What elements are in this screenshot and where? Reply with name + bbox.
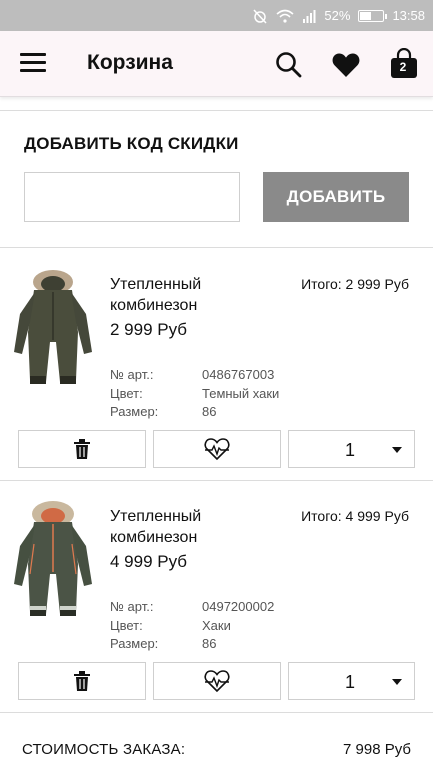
- color-value: Хаки: [202, 617, 231, 633]
- order-total-value: 7 998 Руб: [343, 741, 411, 758]
- article-value: 0497200002: [202, 599, 275, 614]
- move-to-favorites-button[interactable]: [153, 430, 281, 468]
- clock: 13:58: [392, 8, 425, 23]
- alarm-off-icon: [252, 8, 268, 24]
- article-value: 0486767003: [202, 367, 275, 382]
- heart-outline-icon: [204, 438, 230, 461]
- product-image[interactable]: [8, 494, 98, 622]
- menu-icon[interactable]: [20, 53, 46, 75]
- trash-icon: [74, 671, 90, 691]
- article-label: № арт.:: [110, 367, 154, 382]
- heart-outline-icon: [204, 670, 230, 693]
- cart-item: Утепленный комбинезон 2 999 Руб Итого: 2…: [0, 250, 433, 482]
- quantity-select[interactable]: 1: [288, 430, 415, 468]
- size-value: 86: [202, 404, 217, 419]
- color-label: Цвет:: [110, 617, 143, 633]
- trash-icon: [74, 439, 90, 459]
- caret-down-icon: [392, 447, 402, 453]
- delete-button[interactable]: [18, 662, 146, 700]
- product-image[interactable]: [8, 262, 98, 390]
- item-total: Итого: 2 999 Руб: [301, 276, 409, 292]
- product-price: 4 999 Руб: [110, 552, 188, 571]
- battery-percent: 52%: [324, 8, 351, 23]
- divider: [0, 110, 433, 111]
- quantity-value: 1: [345, 440, 356, 460]
- status-bar: 52% 13:58: [0, 0, 433, 31]
- size-label: Размер:: [110, 636, 159, 651]
- product-details: № арт.: 0497200002 Цвет: Хаки Размер: 86: [110, 598, 274, 654]
- caret-down-icon: [392, 679, 402, 685]
- delete-button[interactable]: [18, 430, 146, 468]
- product-name[interactable]: Утепленный комбинезон: [110, 506, 240, 548]
- article-label: № арт.:: [110, 599, 154, 614]
- discount-title: ДОБАВИТЬ КОД СКИДКИ: [24, 134, 239, 153]
- battery-level: [360, 11, 372, 20]
- item-total: Итого: 4 999 Руб: [301, 508, 409, 524]
- item-actions: 1: [18, 662, 415, 700]
- product-price: 2 999 Руб: [110, 320, 188, 339]
- app-bar: Корзина 2: [0, 31, 433, 97]
- shopping-bag-icon[interactable]: 2: [389, 47, 419, 80]
- wifi-icon: [276, 9, 294, 23]
- divider: [0, 712, 433, 713]
- cart-item: Утепленный комбинезон 4 999 Руб Итого: 4…: [0, 482, 433, 714]
- size-label: Размер:: [110, 404, 159, 419]
- page-title: Корзина: [87, 51, 173, 74]
- battery-icon: [358, 9, 388, 22]
- product-details: № арт.: 0486767003 Цвет: Темный хаки Разме…: [110, 366, 279, 422]
- search-icon[interactable]: [274, 50, 304, 80]
- add-discount-button[interactable]: ДОБАВИТЬ: [263, 172, 409, 222]
- divider: [0, 480, 433, 481]
- quantity-value: 1: [345, 672, 356, 692]
- item-actions: 1: [18, 430, 415, 468]
- move-to-favorites-button[interactable]: [153, 662, 281, 700]
- signal-icon: [302, 9, 316, 23]
- color-label: Цвет:: [110, 385, 143, 401]
- color-value: Темный хаки: [202, 385, 280, 401]
- discount-code-input[interactable]: [24, 172, 240, 222]
- quantity-select[interactable]: 1: [288, 662, 415, 700]
- bag-count-badge: 2: [399, 60, 407, 74]
- size-value: 86: [202, 636, 217, 651]
- heart-icon[interactable]: [331, 50, 361, 80]
- product-name[interactable]: Утепленный комбинезон: [110, 274, 240, 316]
- divider: [0, 247, 433, 248]
- order-total-label: СТОИМОСТЬ ЗАКАЗА:: [22, 741, 186, 758]
